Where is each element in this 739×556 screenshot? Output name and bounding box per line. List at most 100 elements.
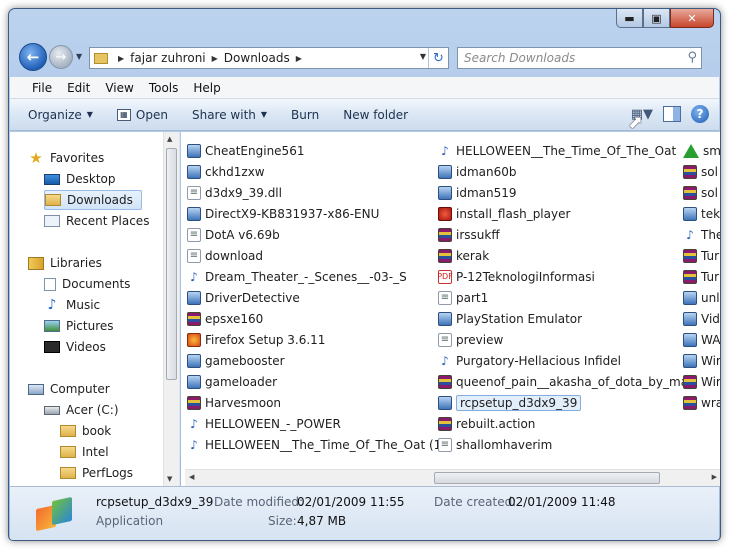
file-item[interactable]: WA <box>683 329 720 350</box>
scroll-down-icon[interactable]: ▼ <box>167 475 172 483</box>
menu-file[interactable]: File <box>32 81 52 95</box>
nav-book[interactable]: book <box>60 421 111 441</box>
file-item[interactable]: ♪ HELLOWEEN_-_POWER <box>187 413 446 434</box>
nav-downloads[interactable]: Downloads <box>44 190 142 210</box>
chevron-right-icon[interactable]: ▶ <box>296 54 302 63</box>
file-item[interactable]: sol <box>683 161 720 182</box>
file-item[interactable]: Tur <box>683 266 720 287</box>
breadcrumb-downloads[interactable]: Downloads <box>224 51 290 65</box>
menu-help[interactable]: Help <box>193 81 220 95</box>
file-item[interactable]: rcpsetup_d3dx9_39 <box>438 392 693 413</box>
menu-tools[interactable]: Tools <box>149 81 179 95</box>
organize-button[interactable]: Organize ▼ <box>28 108 93 122</box>
file-item[interactable]: sm <box>683 140 720 161</box>
details-modified-label: Date modified: <box>214 495 304 509</box>
file-item[interactable]: Firefox Setup 3.6.11 <box>187 329 446 350</box>
file-item[interactable]: ≡ d3dx9_39.dll <box>187 182 446 203</box>
file-item[interactable]: install_flash_player <box>438 203 693 224</box>
menu-view[interactable]: View <box>105 81 133 95</box>
maximize-button[interactable]: ▣ <box>643 9 670 28</box>
horizontal-scrollbar[interactable]: ◀ ▶ <box>185 469 720 486</box>
menu-edit[interactable]: Edit <box>67 81 90 95</box>
nav-favorites[interactable]: ★ Favorites <box>28 148 104 168</box>
file-item[interactable]: gamebooster <box>187 350 446 371</box>
file-item[interactable]: DriverDetective <box>187 287 446 308</box>
file-item[interactable]: gameloader <box>187 371 446 392</box>
nav-videos[interactable]: Videos <box>44 337 106 357</box>
nav-label: Music <box>66 298 101 312</box>
file-item[interactable]: kerak <box>438 245 693 266</box>
file-item[interactable]: Harvesmoon <box>187 392 446 413</box>
file-item[interactable]: wra <box>683 392 720 413</box>
file-item[interactable]: ≡ DotA v6.69b <box>187 224 446 245</box>
file-item[interactable]: Tur <box>683 245 720 266</box>
file-item[interactable]: CheatEngine561 <box>187 140 446 161</box>
file-item[interactable]: PlayStation Emulator <box>438 308 693 329</box>
chevron-right-icon[interactable]: ▶ <box>118 54 124 63</box>
file-item[interactable]: PDF P-12TeknologiInformasi <box>437 266 693 287</box>
file-item[interactable]: ♪ HELLOWEEN__The_Time_Of_The_Oat <box>438 140 693 161</box>
file-item[interactable]: queenof_pain__akasha_of_dota_by_mar <box>438 371 693 392</box>
burn-button[interactable]: Burn <box>291 108 319 122</box>
preview-pane-icon[interactable] <box>663 106 681 122</box>
nav-vertical-scrollbar[interactable]: ▲ ▼ <box>163 132 179 486</box>
scroll-right-icon[interactable]: ▶ <box>712 473 717 481</box>
nav-computer[interactable]: Computer <box>28 379 110 399</box>
file-item[interactable]: irssukff <box>438 224 693 245</box>
file-item[interactable]: epsxe160 <box>187 308 446 329</box>
file-column-1: CheatEngine561 ckhd1zxw ≡ d3dx9_39.dll Direc… <box>187 140 446 455</box>
scroll-left-icon[interactable]: ◀ <box>189 473 194 481</box>
file-item[interactable]: Wir <box>683 350 720 371</box>
address-dropdown-icon[interactable]: ▼ <box>420 52 426 61</box>
file-item[interactable]: unl <box>683 287 720 308</box>
nav-pictures[interactable]: Pictures <box>44 316 114 336</box>
open-button[interactable]: ▦ Open <box>116 108 168 122</box>
chevron-right-icon[interactable]: ▶ <box>212 54 218 63</box>
file-item[interactable]: ♪ HELLOWEEN__The_Time_Of_The_Oat (1) <box>187 434 446 455</box>
file-item[interactable]: Wir <box>683 371 720 392</box>
scrollbar-thumb[interactable] <box>434 472 660 484</box>
file-item[interactable]: sol <box>683 182 720 203</box>
minimize-button[interactable]: ▬ <box>616 9 643 28</box>
close-button[interactable]: ✕ <box>670 9 714 28</box>
file-item[interactable]: ≡ download <box>187 245 446 266</box>
file-item[interactable]: idman519 <box>438 182 693 203</box>
nav-music[interactable]: ♪ Music <box>44 295 101 315</box>
share-with-button[interactable]: Share with ▼ <box>192 108 267 122</box>
file-item[interactable]: rebuilt.action <box>438 413 693 434</box>
search-input[interactable]: Search Downloads ⚲ <box>457 47 702 69</box>
rar-icon <box>187 311 201 326</box>
nav-libraries[interactable]: Libraries <box>28 253 102 273</box>
back-button[interactable]: ← <box>19 43 47 71</box>
nav-drive-c[interactable]: Acer (C:) <box>44 400 119 420</box>
app-icon <box>438 311 452 326</box>
scrollbar-thumb[interactable] <box>166 148 177 380</box>
search-icon[interactable]: ⚲ <box>687 50 697 65</box>
new-folder-button[interactable]: New folder <box>343 108 408 122</box>
file-item[interactable]: ≡ part1 <box>438 287 693 308</box>
help-icon[interactable]: ? <box>691 105 709 123</box>
file-item[interactable]: idman60b <box>438 161 693 182</box>
nav-documents[interactable]: Documents <box>44 274 130 294</box>
file-item[interactable]: ♪ Purgatory-Hellacious Infidel <box>438 350 693 371</box>
scroll-up-icon[interactable]: ▲ <box>167 135 172 143</box>
nav-intel[interactable]: Intel <box>60 442 109 462</box>
file-item[interactable]: ♪ Dream_Theater_-_Scenes__-03-_S <box>187 266 446 287</box>
nav-recent-places[interactable]: Recent Places <box>44 211 149 231</box>
nav-perflogs[interactable]: PerfLogs <box>60 463 133 483</box>
rar-icon <box>683 248 697 263</box>
refresh-icon[interactable]: ↻ <box>428 48 448 68</box>
breadcrumb-user[interactable]: fajar zuhroni <box>130 51 205 65</box>
forward-button[interactable]: → <box>49 45 73 69</box>
file-item[interactable]: ♪ The <box>683 224 720 245</box>
file-item[interactable]: Vid <box>683 308 720 329</box>
nav-desktop[interactable]: Desktop <box>44 169 116 189</box>
file-item[interactable]: ≡ shallomhaverim <box>438 434 693 455</box>
file-item[interactable]: ckhd1zxw <box>187 161 446 182</box>
address-bar[interactable]: ▶ fajar zuhroni ▶ Downloads ▶ ▼ ↻ <box>89 47 449 69</box>
file-item[interactable]: ≡ preview <box>438 329 693 350</box>
file-item[interactable]: tek <box>683 203 720 224</box>
details-file-type: Application <box>96 514 164 528</box>
recent-pages-dropdown[interactable]: ▼ <box>76 52 82 61</box>
file-item[interactable]: DirectX9-KB831937-x86-ENU <box>187 203 446 224</box>
